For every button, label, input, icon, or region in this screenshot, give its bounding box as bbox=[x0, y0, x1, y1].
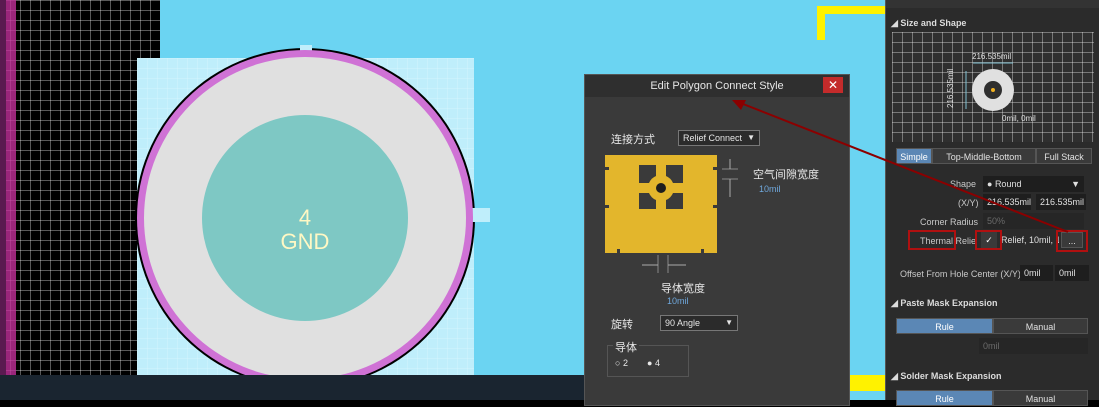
board-outline bbox=[0, 0, 16, 400]
paste-mask-header[interactable]: ◢ Paste Mask Expansion bbox=[891, 298, 997, 309]
conductor-width-value[interactable]: 10mil bbox=[667, 296, 689, 306]
connect-mode-label: 连接方式 bbox=[611, 134, 655, 146]
preview-dim-top: 216.535mil bbox=[972, 52, 1012, 61]
thermal-relief-value: Relief, 10mil, 10m bbox=[1001, 235, 1059, 245]
edit-polygon-connect-style-dialog: Edit Polygon Connect Style ✕ 连接方式 Relief… bbox=[584, 74, 850, 406]
xy-label: (X/Y) bbox=[958, 198, 979, 208]
highlight-thermal-label bbox=[908, 230, 956, 250]
dialog-title: Edit Polygon Connect Style bbox=[585, 75, 849, 97]
size-shape-header[interactable]: ◢ Size and Shape bbox=[891, 18, 966, 29]
corner-radius-input[interactable]: 50% bbox=[983, 213, 1084, 229]
connect-mode-value: Relief Connect bbox=[683, 133, 743, 143]
highlight-thermal-button bbox=[1056, 230, 1088, 252]
pad-net-name: GND bbox=[280, 229, 330, 254]
rotation-label: 旋转 bbox=[611, 319, 633, 331]
tab-top-middle-bottom[interactable]: Top-Middle-Bottom bbox=[932, 148, 1036, 164]
conductors-group-label: 导体 bbox=[613, 339, 639, 355]
shape-label: Shape bbox=[950, 179, 977, 189]
thermal-relief-preview bbox=[605, 155, 717, 253]
conductor-width-label: 导体宽度 bbox=[661, 283, 705, 295]
paste-tab-manual[interactable]: Manual bbox=[993, 318, 1088, 334]
chevron-down-icon: ▼ bbox=[1071, 179, 1080, 189]
paste-tab-rule[interactable]: Rule bbox=[896, 318, 993, 334]
shape-select[interactable]: ● Round ▼ bbox=[983, 176, 1084, 192]
offset-y-input[interactable]: 0mil bbox=[1055, 265, 1089, 281]
solder-tab-rule[interactable]: Rule bbox=[896, 390, 993, 406]
chevron-down-icon: ▼ bbox=[747, 133, 755, 142]
conductors-option-4[interactable]: ● 4 bbox=[647, 358, 660, 368]
close-icon[interactable]: ✕ bbox=[823, 77, 843, 93]
preview-dim-left: 216.535mil bbox=[946, 68, 955, 108]
copper-shadow bbox=[0, 375, 590, 400]
connect-mode-select[interactable]: Relief Connect ▼ bbox=[678, 130, 760, 146]
tab-simple[interactable]: Simple bbox=[896, 148, 932, 164]
offset-x-input[interactable]: 0mil bbox=[1020, 265, 1053, 281]
pad-number: 4 bbox=[298, 205, 312, 230]
keepout-line-bottom bbox=[850, 375, 885, 391]
panel-top-strip bbox=[886, 0, 1099, 8]
paste-mask-input[interactable]: 0mil bbox=[979, 338, 1088, 354]
chevron-down-icon: ▼ bbox=[725, 318, 733, 327]
solder-mask-header[interactable]: ◢ Solder Mask Expansion bbox=[891, 371, 1001, 382]
properties-panel: ◢ Size and Shape 216.535mil 216.535mil 0… bbox=[885, 0, 1099, 406]
highlight-thermal-checkbox bbox=[975, 230, 1002, 250]
rotation-value: 90 Angle bbox=[665, 318, 701, 328]
air-gap-label: 空气间隙宽度 bbox=[753, 169, 819, 181]
size-x-input[interactable]: 216.535mil bbox=[983, 194, 1031, 210]
solder-tab-manual[interactable]: Manual bbox=[993, 390, 1088, 406]
air-gap-value[interactable]: 10mil bbox=[759, 184, 781, 194]
air-gap-dimension bbox=[722, 159, 738, 197]
preview-hole-offset: 0mil, 0mil bbox=[1002, 114, 1036, 123]
offset-label: Offset From Hole Center (X/Y) bbox=[900, 269, 1021, 279]
conductor-width-dimension bbox=[642, 255, 686, 273]
keepout-line bbox=[817, 6, 885, 40]
tab-full-stack[interactable]: Full Stack bbox=[1036, 148, 1092, 164]
size-y-input[interactable]: 216.535mil bbox=[1036, 194, 1086, 210]
corner-radius-label: Corner Radius bbox=[920, 217, 979, 227]
conductors-option-2[interactable]: ○ 2 bbox=[615, 358, 628, 368]
rotation-select[interactable]: 90 Angle ▼ bbox=[660, 315, 738, 331]
